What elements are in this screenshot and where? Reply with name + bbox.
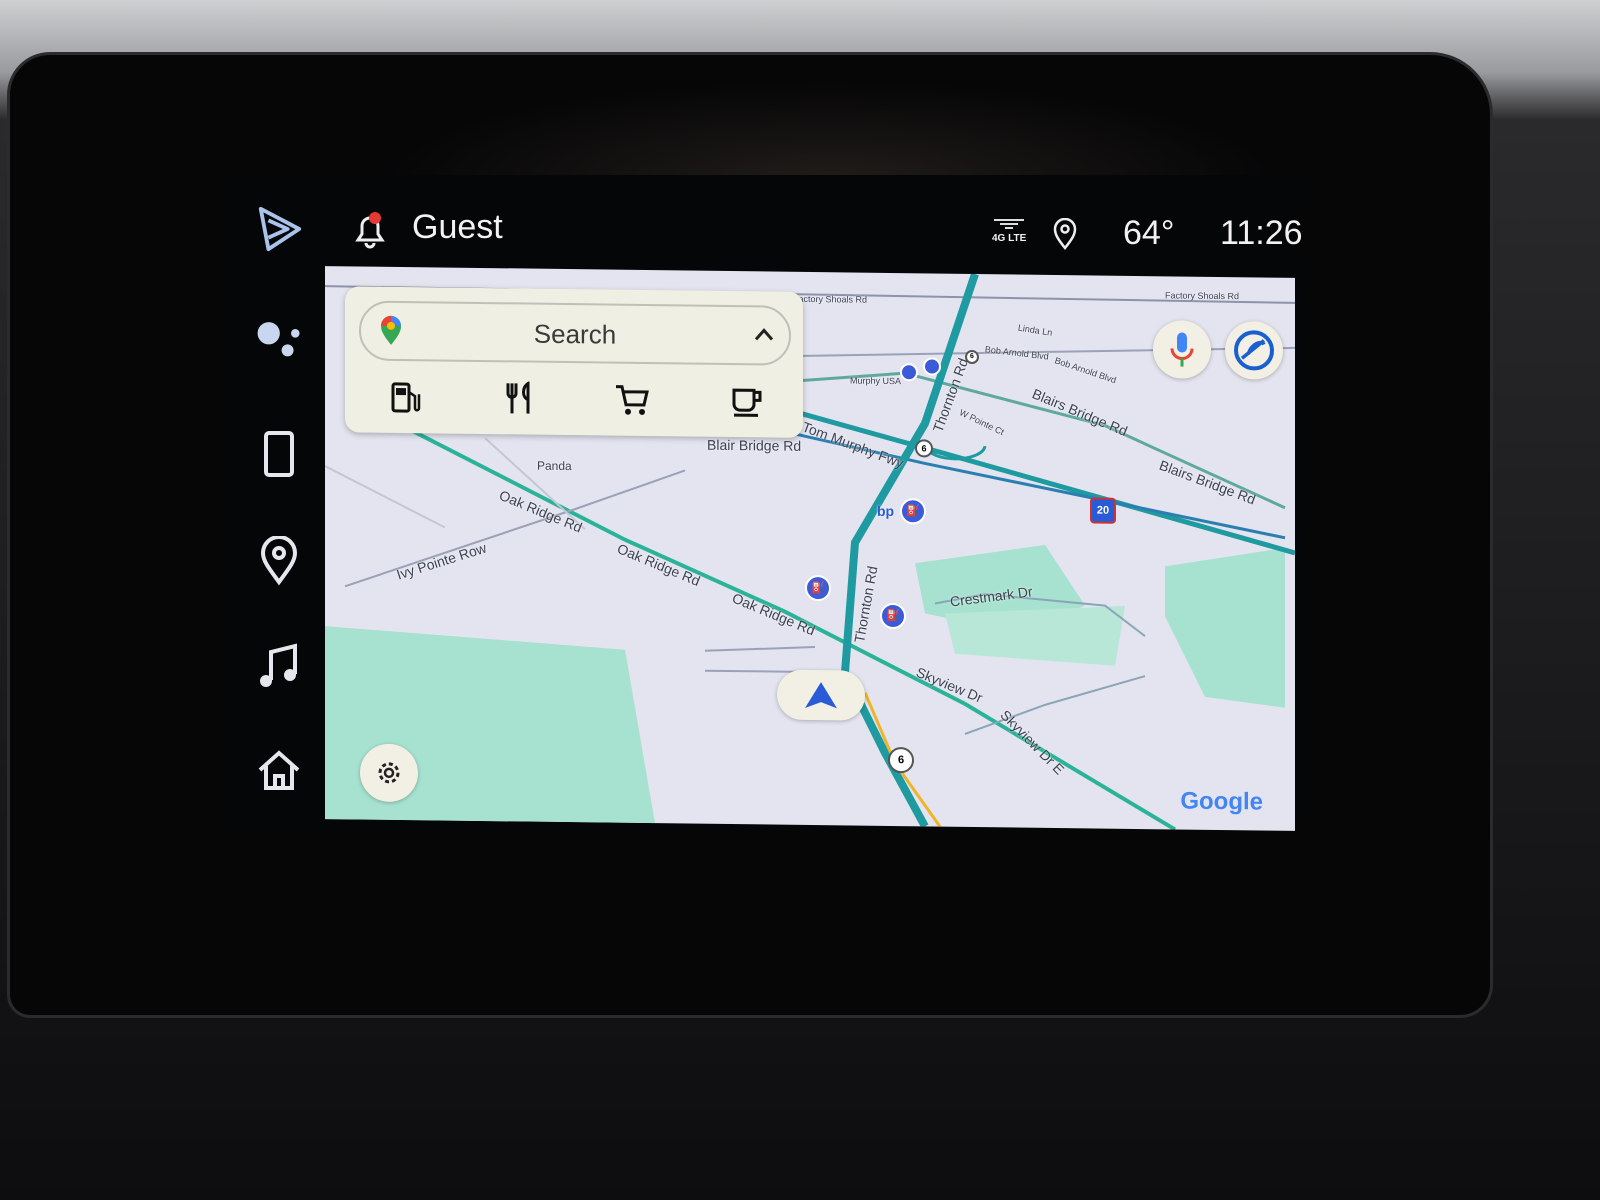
- gas-station-marker[interactable]: ⛽: [900, 498, 926, 525]
- google-assistant-icon: [257, 322, 300, 357]
- location-status: [1052, 217, 1078, 255]
- poi-label[interactable]: bp: [877, 503, 894, 519]
- notifications-button[interactable]: [350, 210, 390, 255]
- clock: 11:26: [1220, 214, 1303, 252]
- signal-bars-icon: [994, 219, 1025, 229]
- route-shield: 6: [965, 349, 979, 365]
- assistant-button[interactable]: [255, 317, 303, 365]
- route-shield: 6: [888, 746, 914, 774]
- network-type: 4G LTE: [992, 233, 1027, 244]
- notification-dot: [369, 212, 381, 224]
- coffee-icon: [732, 388, 762, 417]
- restaurant-icon: [506, 381, 530, 414]
- restaurants-button[interactable]: [497, 376, 541, 421]
- status-bar: Guest 4G LTE 64° 11:26: [340, 200, 1303, 260]
- poi-label[interactable]: Murphy USA: [850, 375, 901, 386]
- home-icon: [258, 750, 300, 790]
- gas-station-marker[interactable]: [900, 363, 918, 382]
- outside-temperature: 64°: [1123, 214, 1175, 252]
- google-wordmark: Google: [1180, 787, 1263, 816]
- gas-station-marker[interactable]: ⛽: [805, 574, 831, 602]
- gas-stations-button[interactable]: [383, 375, 427, 420]
- navigation-arrow-icon: [805, 682, 837, 709]
- road-label: Blair Bridge Rd: [707, 436, 802, 454]
- search-input[interactable]: Search: [359, 300, 791, 366]
- navigation-button[interactable]: [255, 536, 303, 586]
- map-settings-button[interactable]: [360, 743, 418, 803]
- search-panel: Search: [345, 286, 803, 438]
- road-label: Factory Shoals Rd: [793, 293, 868, 305]
- music-note-icon: [260, 643, 297, 687]
- app-rail: [225, 175, 325, 830]
- signal-indicator: 4G LTE: [992, 218, 1026, 244]
- groceries-button[interactable]: [610, 378, 654, 423]
- search-placeholder: Search: [533, 318, 617, 350]
- poi-label[interactable]: Panda: [537, 459, 572, 473]
- grocery-cart-icon: [616, 385, 649, 415]
- coffee-button[interactable]: [725, 379, 769, 424]
- interstate-shield: 20: [1090, 497, 1116, 524]
- park-area: [1165, 547, 1285, 708]
- phone-button[interactable]: [255, 430, 303, 478]
- location-pin-icon: [260, 536, 298, 586]
- gas-station-marker[interactable]: [923, 357, 941, 376]
- google-attribution: Google: [1180, 788, 1263, 817]
- android-auto-icon: [258, 206, 302, 252]
- route-shield: 6: [915, 439, 933, 458]
- android-auto-button[interactable]: [255, 205, 303, 253]
- gear-icon: [378, 762, 400, 784]
- location-pin-icon: [1053, 217, 1077, 251]
- user-profile-name[interactable]: Guest: [412, 208, 503, 247]
- compass-button[interactable]: [1225, 321, 1283, 380]
- voice-search-button[interactable]: [1153, 320, 1211, 379]
- gas-station-marker[interactable]: ⛽: [880, 602, 906, 630]
- road-label: Factory Shoals Rd: [1165, 290, 1240, 302]
- microphone-icon: [1170, 332, 1194, 367]
- media-button[interactable]: [255, 643, 303, 691]
- map-view[interactable]: Factory Shoals Rd Factory Shoals Rd Lind…: [325, 266, 1295, 831]
- bell-icon: [355, 212, 385, 249]
- home-button[interactable]: [255, 747, 303, 795]
- gas-station-icon: [391, 382, 421, 413]
- current-location-marker: [777, 669, 865, 721]
- chevron-up-icon[interactable]: [753, 325, 775, 343]
- phone-icon: [264, 431, 294, 477]
- compass-north-icon: [1234, 330, 1274, 371]
- park-area: [945, 605, 1125, 666]
